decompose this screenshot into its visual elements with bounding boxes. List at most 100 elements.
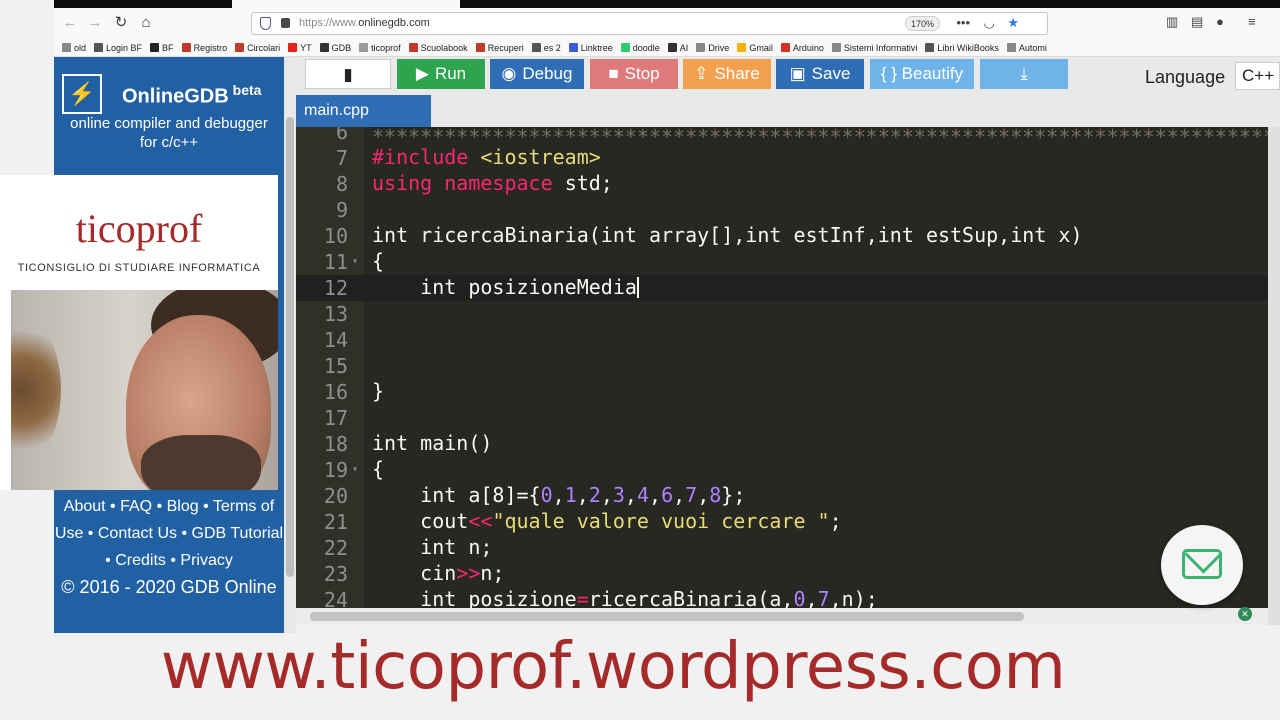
browser-active-tab[interactable] xyxy=(232,0,460,8)
link-contact[interactable]: Contact Us xyxy=(98,525,177,542)
beautify-button[interactable]: { } Beautify xyxy=(870,59,974,89)
line-number: 8 xyxy=(335,172,348,196)
copyright-text: © 2016 - 2020 GDB Online xyxy=(61,577,277,597)
library-icon[interactable]: ▥ xyxy=(1166,14,1178,30)
code-line-12[interactable]: int posizioneMedia xyxy=(372,275,639,299)
bookmark-item[interactable]: Arduino xyxy=(780,39,824,56)
bookmark-item[interactable]: Recuperi xyxy=(475,39,524,56)
code-line-8[interactable]: using namespace std; xyxy=(372,171,613,195)
page-actions-icon[interactable]: ••• xyxy=(956,15,970,30)
status-badge-icon[interactable]: ✕ xyxy=(1238,607,1252,621)
debug-button[interactable]: ◉ Debug xyxy=(490,59,584,89)
stop-icon: ■ xyxy=(608,64,619,83)
code-line-23[interactable]: cin>>n; xyxy=(372,561,504,585)
url-bar[interactable]: https://www.onlinegdb.com 170% ••• ◡ ★ xyxy=(251,12,1048,35)
zoom-indicator[interactable]: 170% xyxy=(904,16,940,31)
bookmark-favicon-icon xyxy=(780,43,790,52)
home-icon[interactable]: ⌂ xyxy=(136,13,156,33)
line-number: 23 xyxy=(323,562,348,586)
bookmark-item[interactable]: Registro xyxy=(181,39,227,56)
line-number-row: 14 xyxy=(296,327,1268,353)
bookmark-item[interactable]: GDB xyxy=(319,39,351,56)
save-button[interactable]: ▣ Save xyxy=(776,59,864,89)
code-editor[interactable]: ****************************************… xyxy=(296,127,1268,608)
bookmark-item[interactable]: Circolari xyxy=(235,39,280,56)
line-number: 16 xyxy=(323,380,348,404)
bookmark-item[interactable]: AI xyxy=(667,39,688,56)
bookmark-item[interactable]: Scuolabook xyxy=(408,39,468,56)
menu-icon[interactable]: ≡ xyxy=(1248,14,1256,29)
fold-arrow-icon[interactable]: ▾ xyxy=(352,457,358,483)
back-icon[interactable]: ← xyxy=(60,13,80,33)
new-file-button[interactable]: ▮ xyxy=(305,59,391,89)
bookmark-favicon-icon xyxy=(531,43,541,52)
link-about[interactable]: About xyxy=(64,498,106,515)
bookmark-item[interactable]: Login BF xyxy=(94,39,142,56)
forward-icon[interactable]: → xyxy=(85,13,105,33)
bookmark-item[interactable]: Gmail xyxy=(737,39,773,56)
sidebar-scroll-thumb[interactable] xyxy=(286,117,294,577)
code-line-10[interactable]: int ricercaBinaria(int array[],int estIn… xyxy=(372,223,1083,247)
bookmark-item[interactable]: BF xyxy=(150,39,174,56)
code-line-16[interactable]: } xyxy=(372,379,384,403)
line-number: 7 xyxy=(335,146,348,170)
sidebar-icon[interactable]: ▤ xyxy=(1191,14,1203,30)
download-button[interactable]: ⤓ xyxy=(980,59,1068,89)
run-button[interactable]: ▶ Run xyxy=(397,59,485,89)
bookmark-item[interactable]: Linktree xyxy=(568,39,613,56)
mail-button[interactable] xyxy=(1161,525,1243,605)
line-number: 13 xyxy=(323,302,348,326)
link-credits[interactable]: Credits xyxy=(115,552,166,569)
sidebar-scrollbar[interactable] xyxy=(284,57,296,633)
bookmark-label: es 2 xyxy=(543,43,561,53)
link-faq[interactable]: FAQ xyxy=(120,498,152,515)
bookmark-item[interactable]: YT xyxy=(288,39,312,56)
line-number: 6 xyxy=(335,127,348,144)
code-line-24[interactable]: int posizione=ricercaBinaria(a,0,7,n); xyxy=(372,587,878,608)
bookmark-item[interactable]: es 2 xyxy=(531,39,561,56)
bookmark-item[interactable]: old xyxy=(62,39,86,56)
reload-icon[interactable]: ↻ xyxy=(111,13,131,33)
editor-scroll-thumb[interactable] xyxy=(310,612,1024,621)
link-tutorial[interactable]: GDB Tutorial xyxy=(192,525,284,542)
page-vertical-scrollbar[interactable] xyxy=(1268,127,1280,625)
bookmark-label: Arduino xyxy=(792,43,824,53)
bookmark-item[interactable]: doodle xyxy=(620,39,660,56)
code-line-20[interactable]: int a[8]={0,1,2,3,4,6,7,8}; xyxy=(372,483,745,507)
code-line-19[interactable]: { xyxy=(372,457,384,481)
download-icon: ⤓ xyxy=(1020,64,1028,83)
brand-header[interactable]: ⚡ OnlineGDB beta online compiler and debu… xyxy=(54,57,284,163)
code-line-7[interactable]: #include <iostream> xyxy=(372,145,601,169)
editor-horizontal-scrollbar[interactable] xyxy=(296,608,1268,625)
file-tabbar: main.cpp xyxy=(296,95,1280,127)
code-line-18[interactable]: int main() xyxy=(372,431,492,455)
bookmark-item[interactable]: Sistemi Informativi xyxy=(831,39,917,56)
tracking-shield-icon[interactable] xyxy=(260,17,271,30)
bookmark-favicon-icon xyxy=(620,43,630,52)
account-icon[interactable]: ● xyxy=(1216,14,1224,29)
tab-main-cpp[interactable]: main.cpp xyxy=(296,95,431,127)
link-privacy[interactable]: Privacy xyxy=(180,552,232,569)
fold-arrow-icon[interactable]: ▾ xyxy=(352,249,358,275)
stop-button[interactable]: ■ Stop xyxy=(590,59,678,89)
bookmark-favicon-icon xyxy=(925,43,935,52)
bookmark-item[interactable]: Automi xyxy=(1006,39,1047,56)
code-line-21[interactable]: cout<<"quale valore vuoi cercare "; xyxy=(372,509,841,533)
lock-icon[interactable] xyxy=(281,18,290,28)
code-line-22[interactable]: int n; xyxy=(372,535,492,559)
bookmarks-bar: old Login BF BF Registro Circolari YT GDB ticop… xyxy=(54,38,1280,57)
bookmark-item[interactable]: ticoprof xyxy=(359,39,401,56)
link-blog[interactable]: Blog xyxy=(167,498,199,515)
bookmark-favicon-icon xyxy=(737,43,747,52)
lightning-logo-icon: ⚡ xyxy=(62,74,102,114)
bookmark-item[interactable]: Drive xyxy=(696,39,729,56)
bookmark-item[interactable]: Libri WikiBooks xyxy=(925,39,999,56)
file-icon: ▮ xyxy=(343,65,353,84)
line-number: 17 xyxy=(323,406,348,430)
bookmark-star-icon[interactable]: ★ xyxy=(1007,15,1019,31)
code-line-11[interactable]: { xyxy=(372,249,384,273)
pocket-icon[interactable]: ◡ xyxy=(984,15,995,31)
share-button[interactable]: ⇪ Share xyxy=(683,59,771,89)
language-select[interactable]: C++ xyxy=(1235,62,1280,90)
language-label: Language xyxy=(1145,67,1226,87)
